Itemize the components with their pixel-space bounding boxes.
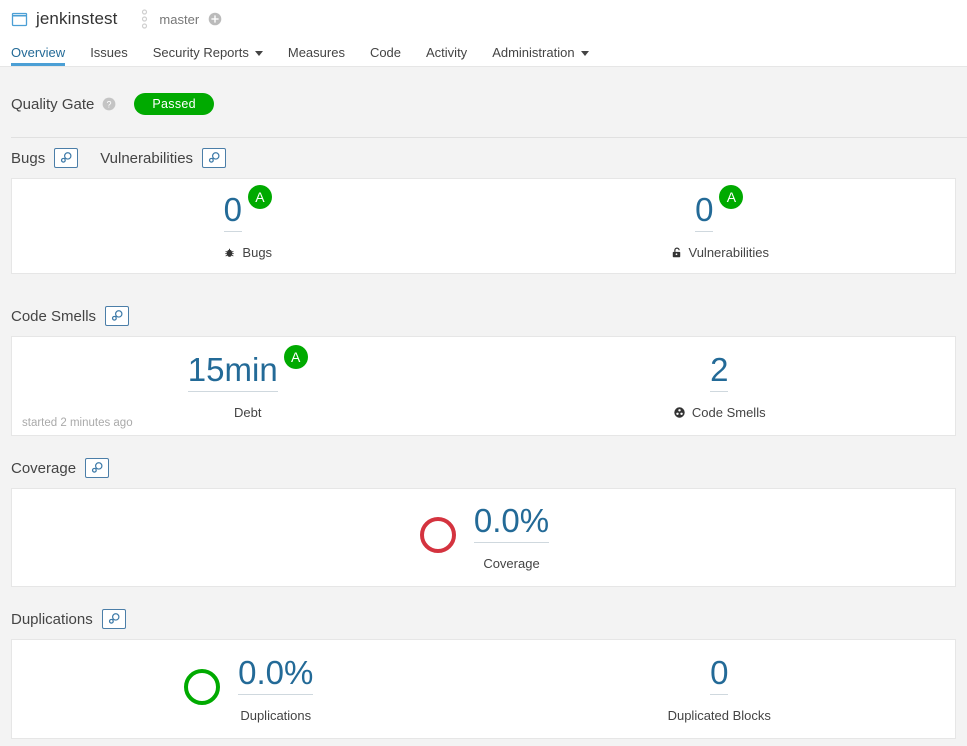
coverage-measure: 0.0% Coverage <box>12 489 955 586</box>
tab-security-reports[interactable]: Security Reports <box>153 45 263 66</box>
maintainability-section-header: Code Smells <box>0 296 967 336</box>
coverage-link-pin-icon[interactable] <box>85 458 110 478</box>
chevron-down-icon <box>254 51 263 56</box>
coverage-section-header: Coverage <box>0 448 967 488</box>
quality-gate-title: Quality Gate <box>11 95 95 113</box>
tab-issues-label: Issues <box>90 45 128 60</box>
overview-page: Quality Gate ? Passed Bugs Vulnerabiliti… <box>0 67 967 746</box>
coverage-value[interactable]: 0.0% <box>473 504 550 543</box>
code-smell-icon <box>673 406 686 419</box>
duplications-donut-icon <box>182 667 222 712</box>
bugs-rating-badge[interactable]: A <box>247 184 272 209</box>
tab-code-label: Code <box>369 45 402 60</box>
bugs-link-pin-icon[interactable] <box>54 148 79 168</box>
debt-rating-badge[interactable]: A <box>283 344 308 369</box>
duplications-label-text: Duplications <box>240 707 312 723</box>
plus-circle-icon[interactable] <box>208 12 222 26</box>
branch-selector[interactable]: master <box>139 9 222 29</box>
project-name[interactable]: jenkinstest <box>36 9 117 29</box>
debt-value[interactable]: 15min <box>187 353 278 392</box>
vulnerabilities-measure-label: Vulnerabilities <box>670 245 769 260</box>
project-header: jenkinstest master <box>0 0 967 38</box>
quality-gate-section: Quality Gate ? Passed <box>0 67 967 117</box>
help-circle-icon[interactable]: ? <box>102 97 116 111</box>
code-smells-value[interactable]: 2 <box>710 353 729 392</box>
vulnerabilities-section-title: Vulnerabilities <box>100 149 194 167</box>
tab-measures[interactable]: Measures <box>288 45 345 66</box>
duplications-percent-measure: 0.0% Duplications <box>12 640 484 738</box>
duplications-value[interactable]: 0.0% <box>238 656 314 695</box>
duplicated-blocks-value[interactable]: 0 <box>710 656 729 695</box>
maintainability-card: 15min A Debt 2 Code Smells started 2 min… <box>11 336 956 436</box>
code-smells-section-title: Code Smells <box>11 307 97 325</box>
tab-administration-label: Administration <box>492 45 575 60</box>
unlocked-padlock-icon <box>670 246 683 259</box>
tab-code[interactable]: Code <box>370 45 401 66</box>
code-smells-label-text: Code Smells <box>691 404 766 420</box>
tab-administration[interactable]: Administration <box>492 45 589 66</box>
bugs-measure: 0 A Bugs <box>12 179 484 273</box>
code-smells-measure-label: Code Smells <box>673 405 766 420</box>
project-box-icon <box>11 11 28 28</box>
code-smells-measure: 2 Code Smells <box>484 337 956 435</box>
coverage-label-text: Coverage <box>483 556 540 571</box>
bugs-label-text: Bugs <box>242 244 273 260</box>
vulnerabilities-value[interactable]: 0 <box>695 193 714 232</box>
svg-text:?: ? <box>107 99 112 109</box>
duplicated-blocks-label-text: Duplicated Blocks <box>667 707 771 723</box>
debt-measure-label: Debt <box>234 405 261 420</box>
tab-measures-label: Measures <box>287 45 345 60</box>
quality-gate-status-badge: Passed <box>134 92 214 116</box>
vulnerabilities-rating-badge[interactable]: A <box>719 184 744 209</box>
main-navigation: Overview Issues Security Reports Measure… <box>0 38 967 67</box>
reliability-card: 0 A Bugs 0 A Vulnerabilities <box>11 178 956 274</box>
chevron-down-icon <box>580 51 589 56</box>
reliability-section-header: Bugs Vulnerabilities <box>0 138 967 178</box>
bugs-section-title: Bugs <box>11 149 46 167</box>
vulnerabilities-label-text: Vulnerabilities <box>688 244 769 260</box>
bugs-value[interactable]: 0 <box>223 193 242 232</box>
coverage-measure-label: Coverage <box>483 556 539 571</box>
duplications-section-header: Duplications <box>0 599 967 639</box>
coverage-card: 0.0% Coverage <box>11 488 956 587</box>
tab-security-reports-label: Security Reports <box>152 45 249 60</box>
analysis-started-text: started 2 minutes ago <box>22 417 133 429</box>
duplicated-blocks-measure: 0 Duplicated Blocks <box>484 640 956 738</box>
bugs-measure-label: Bugs <box>223 245 272 260</box>
duplications-section-title: Duplications <box>11 610 93 628</box>
code-smells-link-pin-icon[interactable] <box>105 306 130 326</box>
vulnerabilities-measure: 0 A Vulnerabilities <box>484 179 956 273</box>
branch-name: master <box>159 11 200 27</box>
branch-icon <box>139 9 150 29</box>
coverage-section-title: Coverage <box>11 459 77 477</box>
coverage-donut-icon <box>418 515 458 560</box>
bug-icon <box>223 246 236 259</box>
duplications-measure-label: Duplications <box>240 708 311 723</box>
tab-overview[interactable]: Overview <box>11 45 66 66</box>
tab-overview-label: Overview <box>11 45 66 60</box>
vulnerabilities-link-pin-icon[interactable] <box>202 148 227 168</box>
debt-label-text: Debt <box>234 404 262 420</box>
duplications-card: 0.0% Duplications 0 Duplicated Blocks <box>11 639 956 739</box>
duplications-link-pin-icon[interactable] <box>101 609 126 629</box>
tab-issues[interactable]: Issues <box>90 45 128 66</box>
duplicated-blocks-measure-label: Duplicated Blocks <box>668 708 771 723</box>
tab-activity[interactable]: Activity <box>426 45 467 66</box>
tab-activity-label: Activity <box>426 45 468 60</box>
